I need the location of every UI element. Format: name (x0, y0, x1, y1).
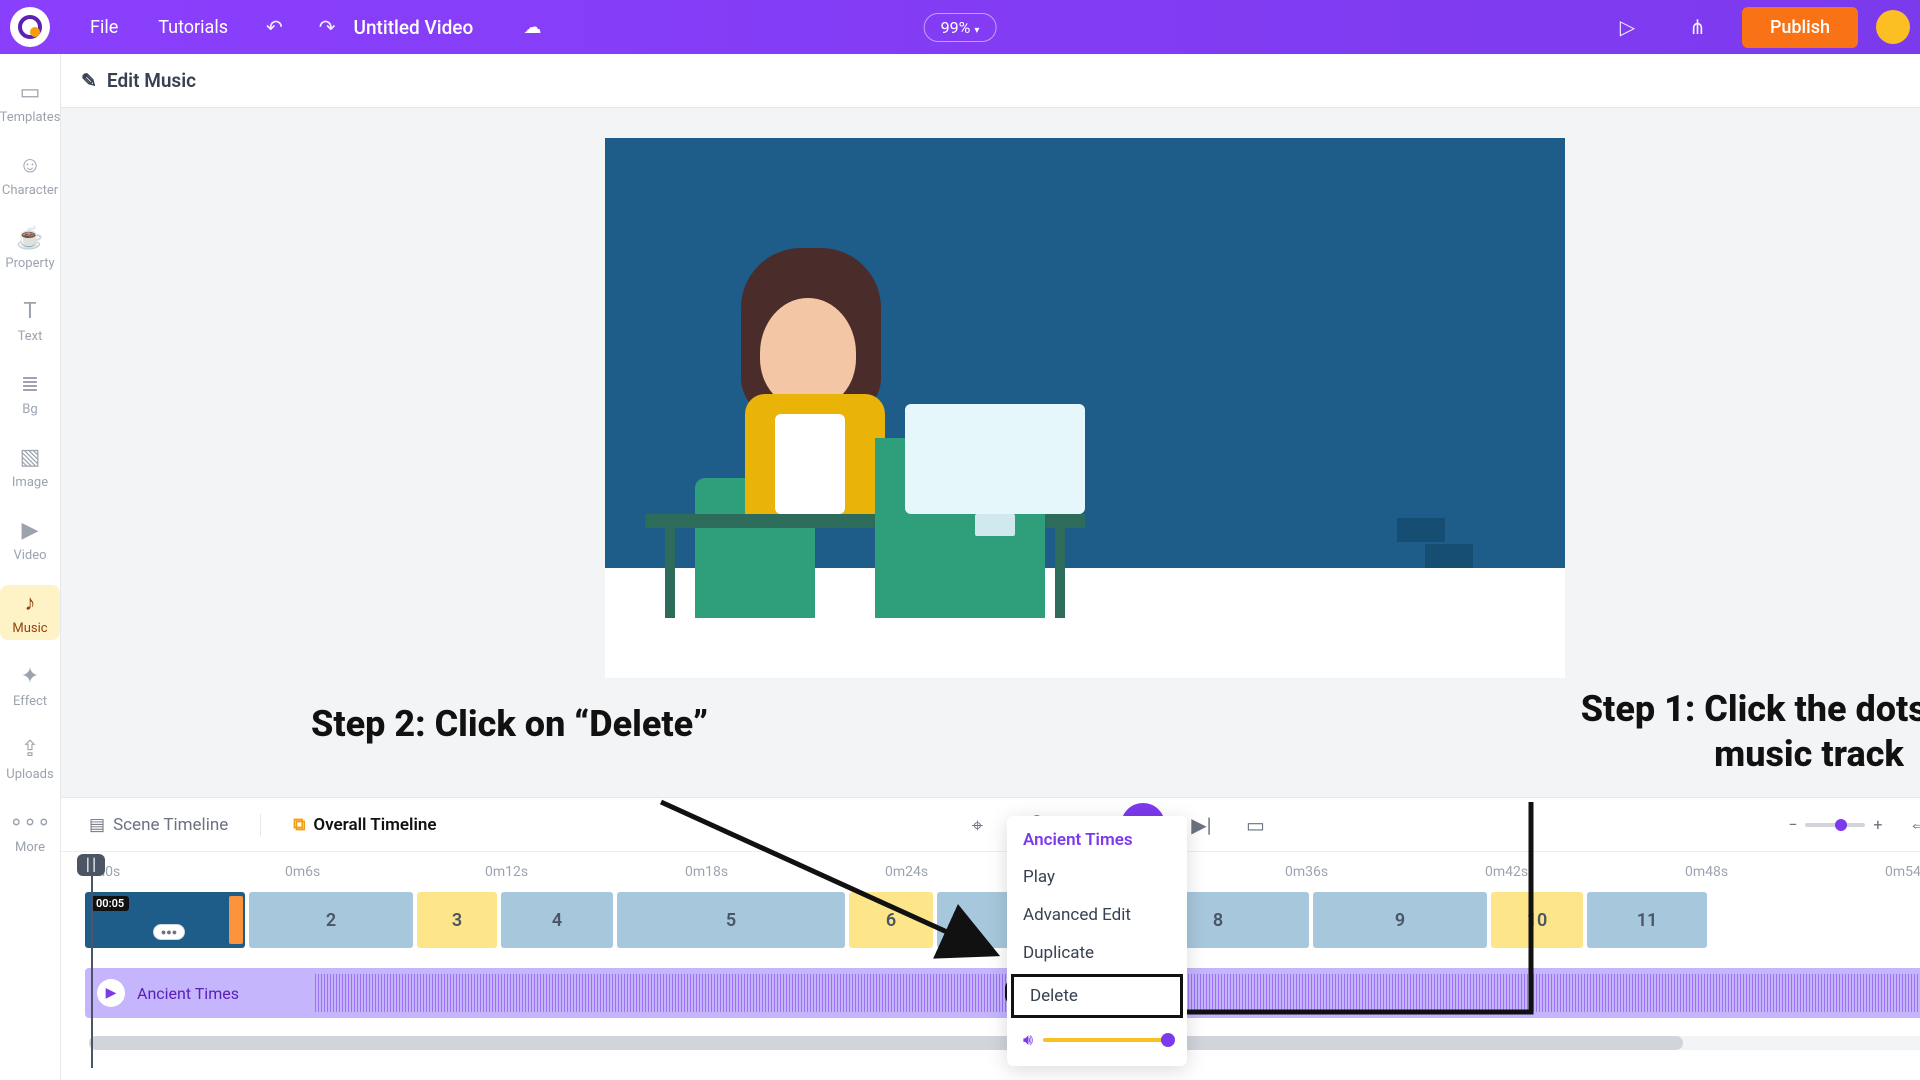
sidebar-item-video[interactable]: ▶Video (0, 512, 60, 567)
property-icon: ☕ (16, 224, 44, 252)
sidebar-item-music[interactable]: ♪Music (0, 585, 60, 640)
playhead-handle[interactable]: ⎮⎮ (77, 854, 105, 876)
music-context-menu: Ancient Times Play Advanced Edit Duplica… (1007, 816, 1187, 1066)
canvas-area: Step 2: Click on “Delete” Step 1: Click … (61, 108, 1920, 797)
music-icon: ♪ (16, 589, 44, 617)
timeline-clip-2[interactable]: 2 (249, 892, 413, 948)
video-icon: ▶ (16, 516, 44, 544)
ruler-tick: 0m6s (285, 864, 485, 880)
timeline-clip-4[interactable]: 4 (501, 892, 613, 948)
context-menu-volume[interactable]: 🔊︎ (1007, 1020, 1187, 1060)
timeline-toolbar: ▤Scene Timeline ⧉Overall Timeline ⌖ 🎤︎ |… (61, 798, 1920, 852)
project-title-input[interactable] (354, 16, 514, 39)
context-menu-delete[interactable]: Delete (1011, 974, 1183, 1018)
subtitle-icon[interactable]: ▭ (1237, 807, 1273, 843)
share-icon[interactable]: ⋔ (1671, 15, 1724, 39)
undo-icon[interactable]: ↶ (248, 15, 301, 39)
uploads-icon: ⇪ (16, 735, 44, 763)
clip-transition-handle[interactable] (229, 896, 243, 944)
effect-icon: ✦ (16, 662, 44, 690)
ruler-tick: 0m12s (485, 864, 685, 880)
pencil-icon: ✎ (81, 69, 97, 92)
timeline-clip-3[interactable]: 3 (417, 892, 497, 948)
ruler-tick: 0m48s (1685, 864, 1885, 880)
timeline-clip-1[interactable]: 00:05 ●●● (85, 892, 245, 948)
character-icon: ☺ (16, 151, 44, 179)
clip-dots[interactable]: ●●● (153, 924, 185, 940)
camera-focus-icon[interactable]: ⌖ (959, 807, 995, 843)
annotation-step-1: Step 1: Click the dots on the music trac… (1549, 687, 1920, 777)
timeline-clip-10[interactable]: 10 (1491, 892, 1583, 948)
volume-icon: 🔊︎ (1023, 1030, 1033, 1050)
publish-button[interactable]: Publish (1742, 7, 1858, 48)
templates-icon: ▭ (16, 78, 44, 106)
center-column: ✎ Edit Music (61, 54, 1920, 1080)
timeline-scrollbar[interactable] (89, 1036, 1920, 1050)
ruler-tick: 0m54s (1885, 864, 1920, 880)
timeline-clip-5[interactable]: 5 (617, 892, 845, 948)
image-icon: ▧ (16, 443, 44, 471)
track-music[interactable]: ▶ Ancient Times ●●● (85, 968, 1920, 1018)
sidebar-item-character[interactable]: ☺Character (0, 147, 60, 202)
timeline-clip-9[interactable]: 9 (1313, 892, 1487, 948)
bg-icon: ≣ (16, 370, 44, 398)
annotation-step-2: Step 2: Click on “Delete” (311, 702, 708, 747)
sidebar-item-templates[interactable]: ▭Templates (0, 74, 60, 129)
timeline-icon: ⧉ (293, 815, 305, 835)
ruler-tick: 0m0s (85, 864, 285, 880)
music-play-icon[interactable]: ▶ (97, 979, 125, 1007)
redo-icon[interactable]: ↷ (301, 15, 354, 39)
menu-tutorials[interactable]: Tutorials (138, 17, 248, 38)
timeline-body: ⎮⎮ 0m0s0m6s0m12s0m18s0m24s0m30s0m36s0m42… (61, 852, 1920, 1080)
cloud-save-icon[interactable]: ☁︎ (524, 17, 542, 38)
topbar: File Tutorials ↶ ↷ ☁︎ 99% ▾ ▷ ⋔ Publish (0, 0, 1920, 54)
canvas-prop-stairs (1397, 516, 1445, 568)
canvas-character-scene (645, 278, 1105, 618)
tab-scene-timeline[interactable]: ▤Scene Timeline (81, 815, 236, 835)
sidebar-item-effect[interactable]: ✦Effect (0, 658, 60, 713)
sidebar-item-image[interactable]: ▧Image (0, 439, 60, 494)
track-scenes: 00:05●●●234567891011 (75, 890, 1920, 950)
music-track-title: Ancient Times (137, 984, 239, 1003)
sidebar-item-more[interactable]: ∘∘∘More (0, 804, 60, 859)
ruler-tick: 0m18s (685, 864, 885, 880)
next-scene-icon[interactable]: ▶| (1183, 807, 1219, 843)
timeline: ▤Scene Timeline ⧉Overall Timeline ⌖ 🎤︎ |… (61, 797, 1920, 1080)
menu-file[interactable]: File (70, 17, 138, 38)
sidebar-item-text[interactable]: TText (0, 293, 60, 348)
context-menu-title: Ancient Times (1007, 822, 1187, 858)
context-menu-advanced-edit[interactable]: Advanced Edit (1007, 896, 1187, 934)
sidebar-item-bg[interactable]: ≣Bg (0, 366, 60, 421)
ruler-tick: 0m36s (1285, 864, 1485, 880)
sidebar-item-property[interactable]: ☕Property (0, 220, 60, 275)
context-menu-play[interactable]: Play (1007, 858, 1187, 896)
app-logo[interactable] (10, 7, 50, 47)
timeline-clip-6[interactable]: 6 (849, 892, 933, 948)
tab-overall-timeline[interactable]: ⧉Overall Timeline (285, 815, 444, 835)
text-icon: T (16, 297, 44, 325)
fit-icon[interactable]: ⇔ (1901, 807, 1920, 843)
ruler-tick: 0m42s (1485, 864, 1685, 880)
user-avatar[interactable] (1876, 10, 1910, 44)
clip-time-badge: 00:05 (91, 896, 129, 911)
timeline-clip-11[interactable]: 11 (1587, 892, 1707, 948)
context-menu-duplicate[interactable]: Duplicate (1007, 934, 1187, 972)
context-header: ✎ Edit Music (61, 54, 1920, 108)
playhead-line[interactable] (91, 876, 93, 1068)
preview-icon[interactable]: ▷ (1602, 15, 1653, 39)
left-sidebar: ▭Templates ☺Character ☕Property TText ≣B… (0, 54, 61, 1080)
time-ruler[interactable]: 0m0s0m6s0m12s0m18s0m24s0m30s0m36s0m42s0m… (75, 864, 1920, 890)
timeline-zoom[interactable]: −+ (1788, 815, 1882, 834)
list-icon: ▤ (89, 815, 105, 835)
zoom-level[interactable]: 99% ▾ (924, 13, 997, 42)
more-icon: ∘∘∘ (16, 808, 44, 836)
canvas[interactable] (605, 138, 1565, 678)
sidebar-item-uploads[interactable]: ⇪Uploads (0, 731, 60, 786)
